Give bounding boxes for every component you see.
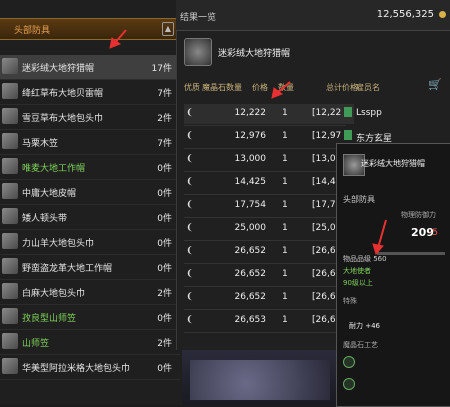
annotation-arrows bbox=[109, 29, 387, 256]
arrow-line bbox=[377, 219, 387, 249]
arrow-head bbox=[372, 243, 384, 256]
